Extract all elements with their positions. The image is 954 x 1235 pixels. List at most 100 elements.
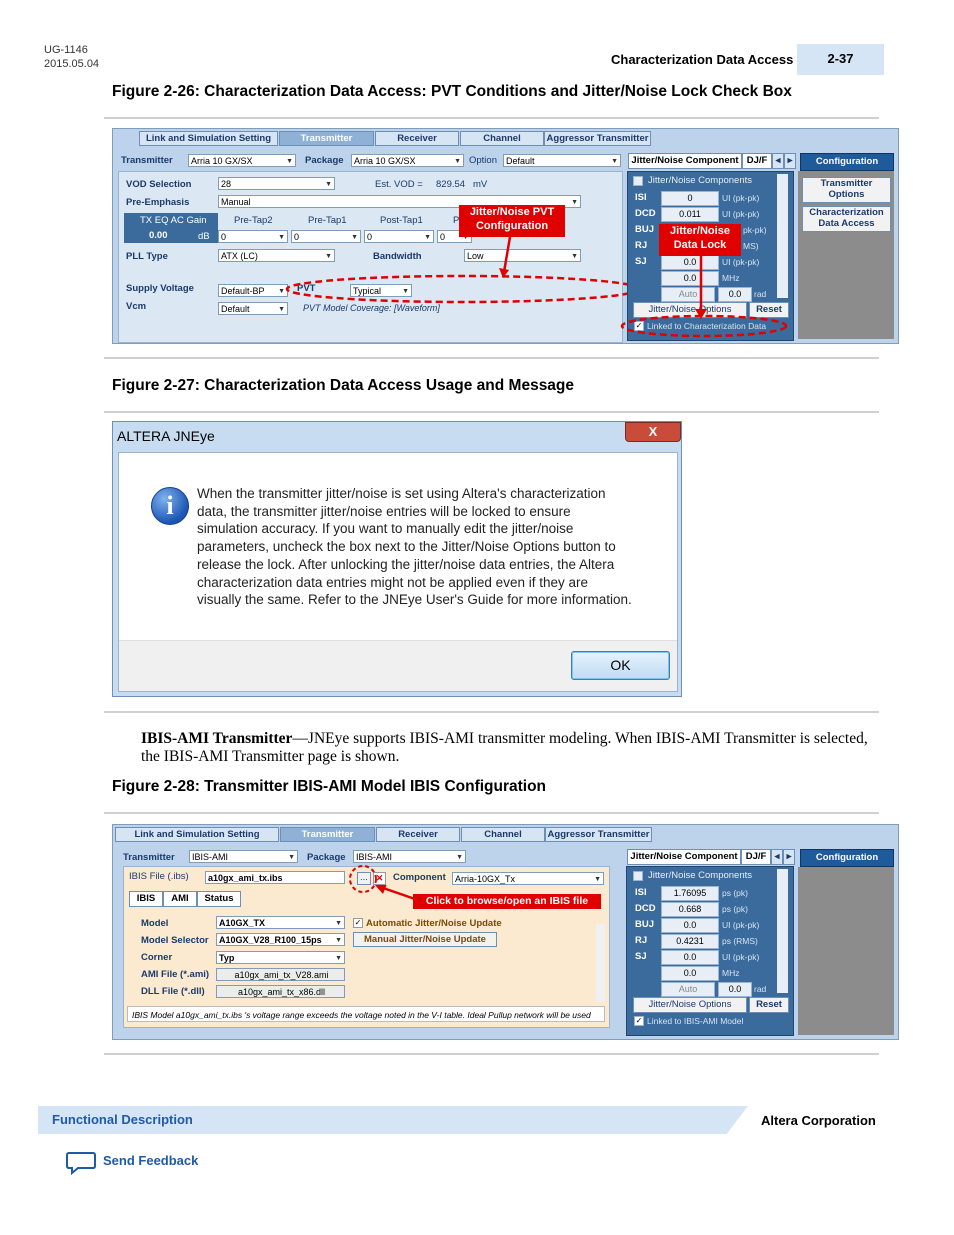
package-label: Package <box>305 155 344 166</box>
ok-button[interactable]: OK <box>571 651 670 680</box>
jn-scrollbar[interactable] <box>777 869 788 993</box>
component-select[interactable]: Arria-10GX_Tx <box>452 872 604 886</box>
transmitter-label: Transmitter <box>121 155 173 166</box>
tab-djf[interactable]: DJ/F <box>742 153 772 169</box>
row-isi-value[interactable]: 0 <box>661 191 719 206</box>
vcm-select[interactable]: Default <box>218 302 288 316</box>
row-buj-value[interactable]: 0.0 <box>661 918 719 933</box>
row-dcd-value[interactable]: 0.668 <box>661 902 719 917</box>
tab-link-sim[interactable]: Link and Simulation Setting <box>115 827 279 842</box>
jitter-noise-options-button[interactable]: Jitter/Noise Options <box>633 997 747 1013</box>
status-message: IBIS Model a10gx_ami_tx.ibs 's voltage r… <box>127 1006 605 1022</box>
pll-select[interactable]: ATX (LC) <box>218 249 335 263</box>
pre-tap2-select[interactable]: 0 <box>218 230 288 244</box>
transmitter-select[interactable]: Arria 10 GX/SX <box>188 154 296 168</box>
vod-select[interactable]: 28 <box>218 177 335 191</box>
manual-update-button[interactable]: Manual Jitter/Noise Update <box>353 932 497 947</box>
rad-value[interactable]: 0.0 <box>718 982 752 997</box>
auto-update-checkbox[interactable]: ✓ <box>353 918 363 928</box>
row-buj-label: BUJ <box>635 224 655 235</box>
dialog-message: When the transmitter jitter/noise is set… <box>197 485 657 609</box>
message-line: visually the same. Refer to the JNEye Us… <box>197 592 632 608</box>
subtab-ami[interactable]: AMI <box>163 891 197 907</box>
tab-channel[interactable]: Channel <box>460 131 544 146</box>
footer-section[interactable]: Functional Description <box>52 1112 193 1127</box>
tab-aggressor[interactable]: Aggressor Transmitter <box>544 131 651 146</box>
row-rj-unit: ps (RMS) <box>722 936 758 946</box>
model-selector-select[interactable]: A10GX_V28_R100_15ps <box>216 933 345 947</box>
char-data-access-button[interactable]: Characterization Data Access <box>802 206 891 232</box>
vcm-label: Vcm <box>126 301 147 312</box>
divider <box>104 1053 879 1055</box>
transmitter-options-button[interactable]: Transmitter Options <box>802 177 891 203</box>
tab-scroll-right[interactable]: ▸ <box>784 153 796 169</box>
tab-receiver[interactable]: Receiver <box>375 131 459 146</box>
tab-aggressor[interactable]: Aggressor Transmitter <box>545 827 652 842</box>
pre-tap1-label: Pre-Tap1 <box>308 215 347 226</box>
package-select[interactable]: IBIS-AMI <box>353 850 466 864</box>
pre-tap1-select[interactable]: 0 <box>291 230 361 244</box>
doc-number: UG-1146 <box>44 44 88 56</box>
feedback-icon[interactable] <box>66 1151 96 1175</box>
row-isi-value[interactable]: 1.76095 <box>661 886 719 901</box>
ibis-scrollbar[interactable] <box>596 924 605 1002</box>
tab-channel[interactable]: Channel <box>461 827 545 842</box>
jn-scrollbar[interactable] <box>777 174 788 298</box>
post-tap1-select[interactable]: 0 <box>364 230 434 244</box>
pre-emphasis-label: Pre-Emphasis <box>126 197 190 208</box>
auto-update-label: Automatic Jitter/Noise Update <box>366 918 502 929</box>
tab-receiver[interactable]: Receiver <box>376 827 460 842</box>
footer-company: Altera Corporation <box>761 1113 876 1128</box>
row-buj-label: BUJ <box>635 919 655 930</box>
package-select[interactable]: Arria 10 GX/SX <box>351 154 464 168</box>
supply-select[interactable]: Default-BP <box>218 284 288 298</box>
tab-jitter-noise-component[interactable]: Jitter/Noise Component <box>627 849 741 865</box>
figure-27-caption: Figure 2-27: Characterization Data Acces… <box>112 377 575 394</box>
ibis-ami-term: IBIS-AMI Transmitter <box>141 730 293 747</box>
callout-pvt-config: Jitter/Noise PVT Configuration <box>459 205 565 237</box>
model-select[interactable]: A10GX_TX <box>216 916 345 930</box>
sj-freq-value[interactable]: 0.0 <box>661 966 719 981</box>
auto-select[interactable]: Auto <box>661 982 715 997</box>
lock-callout-arrows <box>695 255 707 319</box>
tab-scroll-left[interactable]: ◂ <box>771 849 783 865</box>
rad-unit: rad <box>754 984 767 994</box>
linked-checkbox[interactable]: ✓ <box>634 1016 644 1026</box>
row-sj-value[interactable]: 0.0 <box>661 950 719 965</box>
divider <box>104 117 879 119</box>
divider <box>104 812 879 814</box>
tab-link-sim[interactable]: Link and Simulation Setting <box>139 131 278 146</box>
dll-file-input[interactable]: a10gx_ami_tx_x86.dll <box>216 985 345 998</box>
tab-djf[interactable]: DJ/F <box>741 849 771 865</box>
tab-scroll-right[interactable]: ▸ <box>783 849 795 865</box>
corner-select[interactable]: Typ <box>216 951 345 965</box>
bandwidth-select[interactable]: Low <box>464 249 581 263</box>
tab-scroll-left[interactable]: ◂ <box>772 153 784 169</box>
tab-transmitter[interactable]: Transmitter <box>279 131 374 146</box>
tab-transmitter[interactable]: Transmitter <box>280 827 375 842</box>
post-tap1-label: Post-Tap1 <box>380 215 423 226</box>
rad-value[interactable]: 0.0 <box>718 287 752 302</box>
components-checkbox[interactable] <box>633 871 643 881</box>
sj-freq-unit: MHz <box>722 968 740 978</box>
components-checkbox[interactable] <box>633 176 643 186</box>
reset-button[interactable]: Reset <box>749 997 789 1013</box>
close-icon[interactable]: X <box>625 422 681 442</box>
callout-data-lock: Jitter/Noise Data Lock <box>659 224 741 256</box>
model-selector-label: Model Selector <box>141 935 209 946</box>
subtab-status[interactable]: Status <box>197 891 241 907</box>
message-line: characterization data entries might not … <box>197 574 588 590</box>
transmitter-label: Transmitter <box>123 852 175 863</box>
row-dcd-value[interactable]: 0.011 <box>661 207 719 222</box>
tab-jitter-noise-component[interactable]: Jitter/Noise Component <box>628 153 742 169</box>
option-label: Option <box>469 155 497 166</box>
subtab-ibis[interactable]: IBIS <box>129 891 163 907</box>
ibis-file-input[interactable]: a10gx_ami_tx.ibs <box>205 871 345 884</box>
ami-file-input[interactable]: a10gx_ami_tx_V28.ami <box>216 968 345 981</box>
transmitter-select[interactable]: IBIS-AMI <box>189 850 298 864</box>
option-select[interactable]: Default <box>503 154 621 168</box>
configuration-header: Configuration <box>800 153 894 171</box>
row-rj-value[interactable]: 0.4231 <box>661 934 719 949</box>
figure-28-caption: Figure 2-28: Transmitter IBIS-AMI Model … <box>112 778 547 795</box>
send-feedback-link[interactable]: Send Feedback <box>103 1153 198 1168</box>
